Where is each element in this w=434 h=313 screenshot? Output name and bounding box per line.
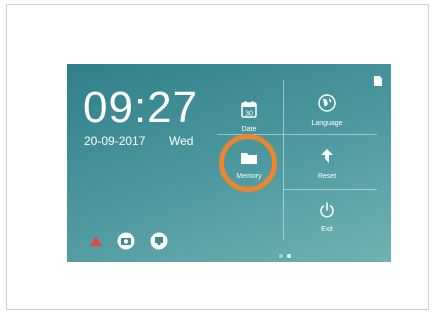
menu-item-date-label: Date — [241, 126, 257, 133]
clock-date: 20-09-2017 — [84, 134, 146, 148]
menu-item-reset[interactable]: Reset — [292, 147, 362, 180]
page-dot[interactable] — [279, 254, 283, 258]
menu-item-language-label: Language — [311, 120, 343, 127]
monitor-icon[interactable] — [150, 232, 168, 250]
camera-icon[interactable] — [117, 232, 135, 250]
menu-item-exit[interactable]: Exit — [292, 202, 362, 233]
reset-arrow-icon — [321, 149, 333, 163]
menu-divider-vertical — [283, 80, 284, 240]
sd-card-icon — [374, 76, 382, 86]
power-icon — [320, 202, 334, 218]
device-screen: 09:27 20-09-2017 Wed 30 Date Language Me… — [67, 64, 391, 262]
clock-day: Wed — [169, 134, 194, 148]
alert-triangle-icon[interactable] — [89, 235, 103, 247]
page-dot-active[interactable] — [287, 254, 291, 258]
menu-item-reset-label: Reset — [317, 173, 337, 180]
page-frame: 09:27 20-09-2017 Wed 30 Date Language Me… — [6, 4, 429, 310]
menu-item-exit-label: Exit — [321, 226, 333, 233]
menu-divider-horizontal — [283, 189, 377, 190]
menu-item-language[interactable]: Language — [292, 94, 362, 127]
calendar-day-number: 30 — [245, 111, 253, 118]
highlight-circle — [219, 134, 277, 192]
calendar-icon: 30 — [241, 101, 257, 118]
menu-item-date[interactable]: 30 Date — [219, 100, 279, 133]
clock-time: 09:27 — [83, 83, 199, 132]
page-indicator — [279, 245, 295, 262]
globe-icon — [318, 94, 336, 112]
